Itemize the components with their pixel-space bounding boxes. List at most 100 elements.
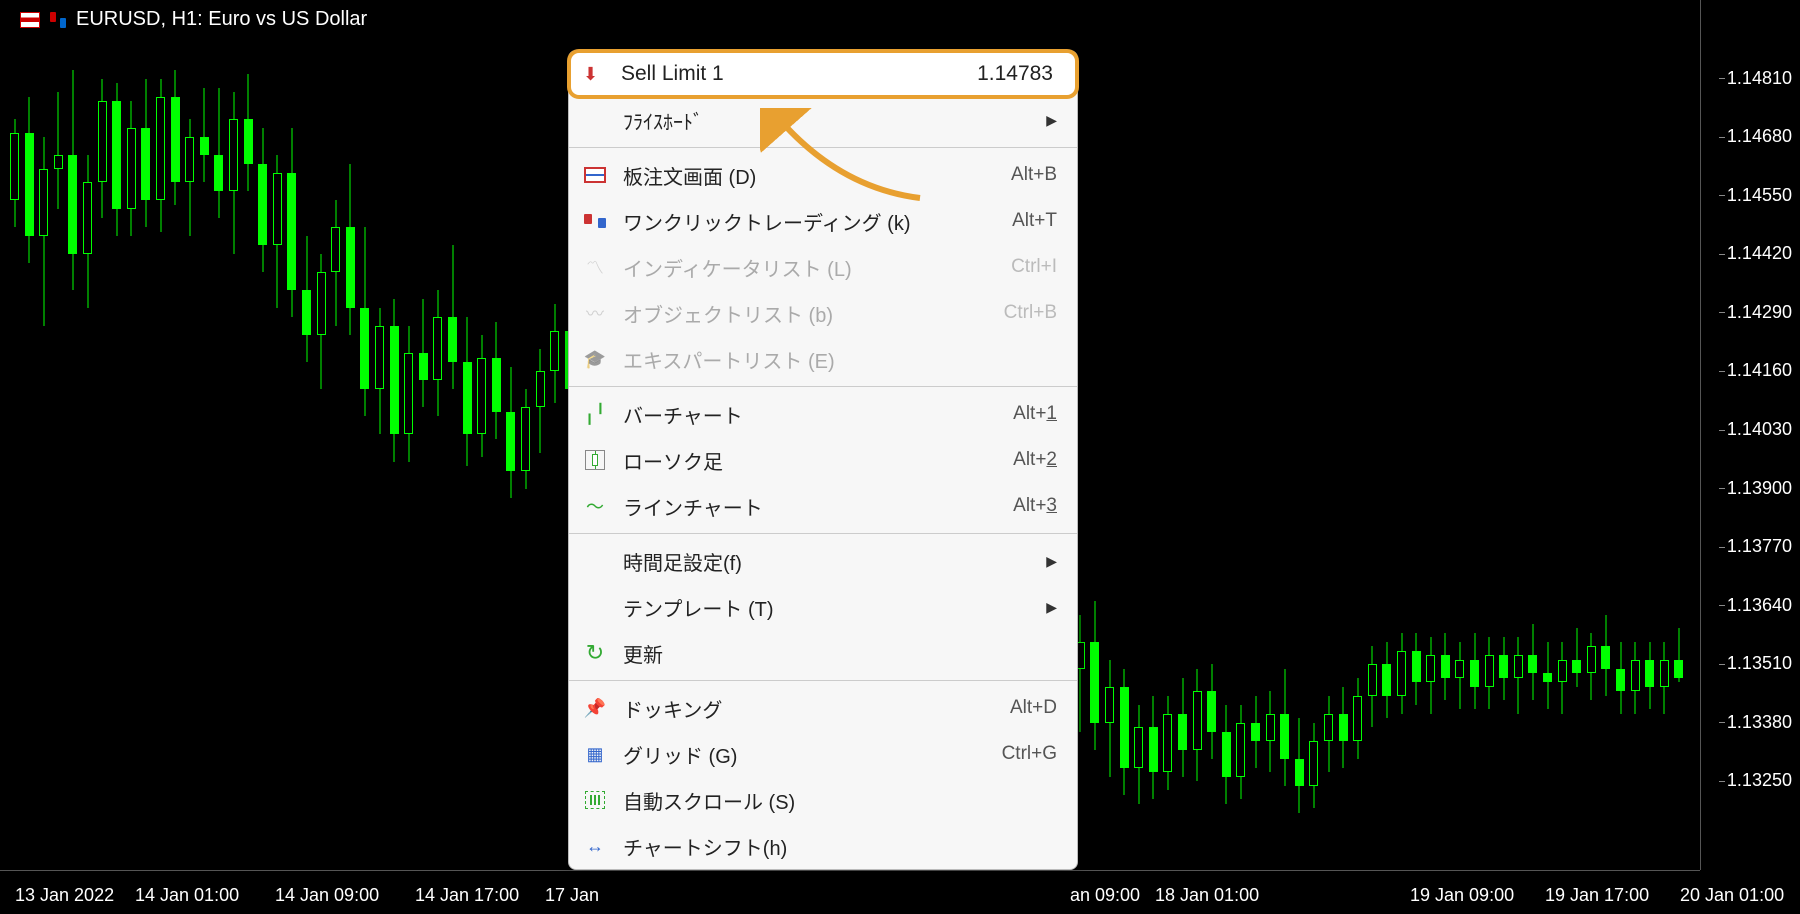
menu-item-shortcut: Alt+3 [1013,495,1057,517]
candlestick [68,70,77,291]
candlestick [1382,642,1391,719]
menu-item-shortcut: Alt+D [1010,697,1057,719]
menu-item[interactable]: ワンクリックトレーディング (k)Alt+T [569,198,1077,244]
candlestick [317,254,326,389]
candlestick [448,245,457,389]
candlestick [1543,642,1552,710]
candlestick [1090,601,1099,750]
menu-item-label: テンプレート (T) [623,593,1036,622]
candlestick [1572,628,1581,687]
candlestick [1397,633,1406,714]
shift-icon: ↔ [579,830,611,862]
candlestick [1528,624,1537,701]
menu-separator [569,680,1077,681]
menu-item[interactable]: ▦グリッド (G)Ctrl+G [569,731,1077,777]
candlestick [1178,678,1187,777]
sell-arrow-icon: ⬇ [583,64,611,85]
menu-item[interactable]: ローソク足Alt+2 [569,437,1077,483]
x-tick-label: 19 Jan 17:00 [1545,885,1649,906]
menu-item-label: 更新 [623,639,1057,668]
menu-item-label: ローソク足 [623,446,1013,475]
menu-separator [569,533,1077,534]
candlestick [83,155,92,308]
menu-item[interactable]: 板注文画面 (D)Alt+B [569,152,1077,198]
menu-item-label: バーチャート [623,400,1013,429]
menu-item-label: ドッキング [623,694,1010,723]
candlestick [419,299,428,407]
menu-item[interactable]: テンプレート (T) ▶ [569,584,1077,630]
line-icon: 〜 [579,490,611,522]
y-tick-label: 1.13640 [1727,595,1792,616]
candlestick [1193,669,1202,782]
menu-item-shortcut: Alt+1 [1013,403,1057,425]
grid-icon: ▦ [579,738,611,770]
menu-item-label: オブジェクトリスト (b) [623,299,1004,328]
candlestick [1455,642,1464,710]
menu-separator [569,386,1077,387]
candlestick [1674,628,1683,682]
candlestick [390,299,399,461]
candlestick [506,367,515,498]
candlestick [1470,633,1479,710]
candlestick [273,155,282,308]
menu-item[interactable]: 自動スクロール (S) [569,777,1077,823]
autoscroll-icon [579,784,611,816]
menu-item[interactable]: 時間足設定(f)▶ [569,538,1077,584]
sell-limit-label: Sell Limit 1 [621,62,724,86]
pin-icon: 📌 [579,692,611,724]
menu-item[interactable]: 〜ラインチャートAlt+3 [569,483,1077,529]
menu-item[interactable]: 📌 ドッキングAlt+D [569,685,1077,731]
candle-icon [579,444,611,476]
y-tick-label: 1.13900 [1727,478,1792,499]
menu-item: 〰オブジェクトリスト (b)Ctrl+B [569,290,1077,336]
x-tick-label: 14 Jan 17:00 [415,885,519,906]
menu-item[interactable]: ↻ 更新 [569,630,1077,676]
candlestick [1558,642,1567,714]
refresh-icon: ↻ [579,637,611,669]
candlestick [536,349,545,453]
candlestick [1280,669,1289,786]
menu-item-label: チャートシフト(h) [623,832,1057,861]
menu-item-shortcut: Alt+T [1012,210,1057,232]
candlestick [1514,637,1523,714]
x-tick-label: 19 Jan 09:00 [1410,885,1514,906]
y-tick-label: 1.14680 [1727,126,1792,147]
menu-item[interactable]: ﾌﾗｲｽﾎｰﾄﾞ▶ [569,97,1077,143]
blank-icon [579,591,611,623]
menu-item-shortcut: Ctrl+G [1002,743,1057,765]
menu-item[interactable]: ╷╵バーチャートAlt+1 [569,391,1077,437]
y-tick-label: 1.14030 [1727,419,1792,440]
candlestick [112,83,121,236]
candlestick [1353,678,1362,759]
y-tick-label: 1.14550 [1727,185,1792,206]
candlestick [127,101,136,236]
candlestick [1295,718,1304,813]
menu-item-label: ラインチャート [623,492,1013,521]
candlestick [287,128,296,317]
candlestick [1266,691,1275,772]
y-tick-label: 1.14420 [1727,243,1792,264]
menu-item[interactable]: ↔ チャートシフト(h) [569,823,1077,869]
candlestick [302,236,311,362]
candlestick [1149,696,1158,800]
candlestick [1339,687,1348,768]
sell-limit-menu-item[interactable]: ⬇ Sell Limit 1 1.14783 [567,49,1079,99]
candlestick [1251,696,1260,768]
candlestick [1499,637,1508,700]
candlestick [1368,646,1377,727]
menu-item-shortcut: Alt+2 [1013,449,1057,471]
candlestick [1324,696,1333,773]
candlestick [1134,705,1143,804]
x-tick-label: 13 Jan 2022 [15,885,114,906]
menu-item-label: エキスパートリスト (E) [623,345,1057,374]
board-icon [579,159,611,191]
candlestick [1631,642,1640,714]
x-tick-label: 14 Jan 01:00 [135,885,239,906]
y-tick-label: 1.14290 [1727,302,1792,323]
candlestick [404,326,413,461]
x-tick-label: an 09:00 [1070,885,1140,906]
submenu-arrow-icon: ▶ [1046,599,1057,616]
y-tick-label: 1.13380 [1727,712,1792,733]
menu-item-label: 自動スクロール (S) [623,786,1057,815]
menu-item-label: インディケータリスト (L) [623,253,1011,282]
